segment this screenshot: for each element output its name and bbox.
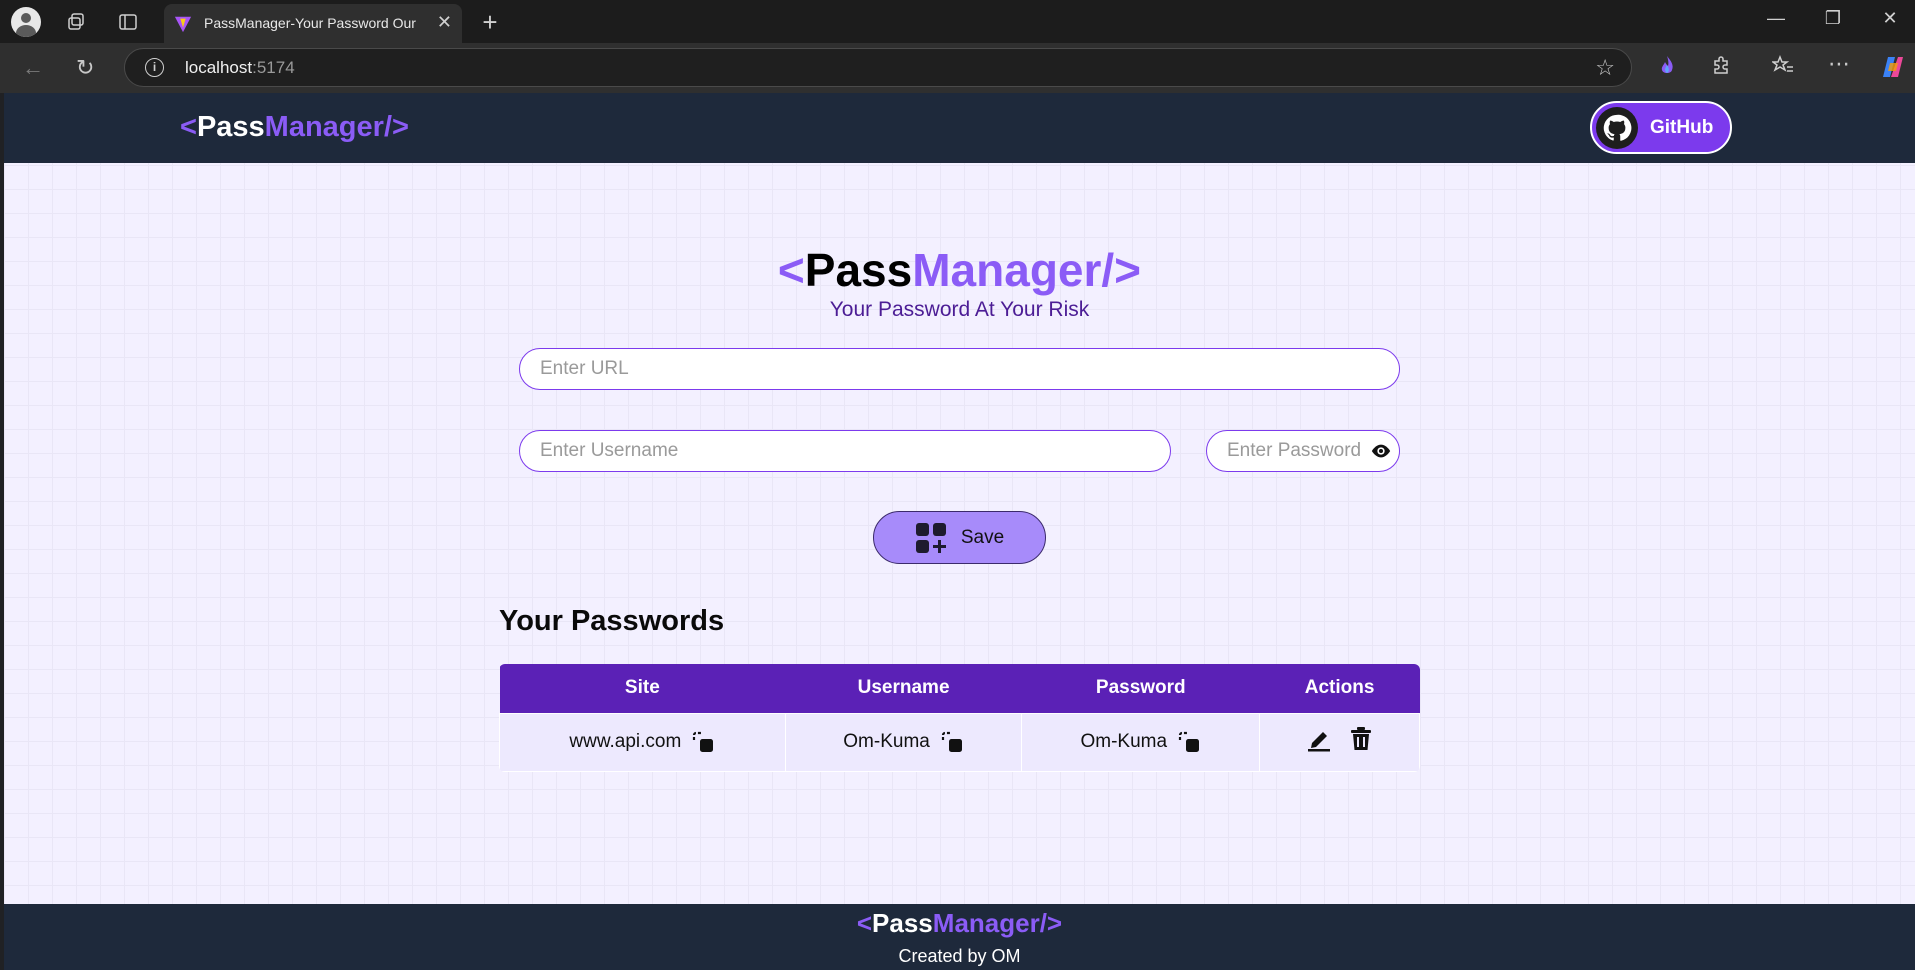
github-button[interactable]: GitHub (1590, 101, 1732, 154)
navbar: <PassManager/> GitHub (4, 93, 1915, 163)
passwords-table: Site Username Password Actions www.api.c… (499, 664, 1420, 772)
edit-icon[interactable] (1306, 726, 1332, 752)
close-window-button[interactable]: ✕ (1870, 8, 1910, 29)
header-site: Site (499, 664, 786, 713)
save-label: Save (960, 526, 1005, 548)
site-value: www.api.com (569, 731, 682, 752)
password-field-wrapper (1206, 430, 1400, 472)
tab-title: PassManager-Your Password Our (204, 15, 416, 31)
extensions-icon[interactable] (1711, 55, 1731, 81)
page: <PassManager/> GitHub <PassManager/> You… (4, 93, 1915, 970)
more-options-icon[interactable]: ⋯ (1828, 51, 1850, 77)
table-row: www.api.com Om-Kuma Om-Kuma (499, 712, 1420, 772)
header-password: Password (1021, 664, 1260, 713)
minimize-button[interactable]: — (1756, 8, 1796, 29)
vite-favicon-icon (174, 16, 192, 33)
table-header-row: Site Username Password Actions (499, 664, 1420, 713)
address-bar[interactable]: i localhost:5174 ☆ (124, 48, 1632, 87)
footer-logo: <PassManager/> (856, 908, 1063, 938)
cell-password: Om-Kuma (1021, 712, 1261, 772)
copy-icon[interactable] (1177, 730, 1201, 754)
site-info-icon[interactable]: i (145, 58, 164, 77)
copy-icon[interactable] (691, 730, 715, 754)
url-text: localhost:5174 (185, 58, 295, 77)
cell-actions (1259, 712, 1420, 772)
footer: <PassManager/> Created by OM (4, 904, 1915, 970)
browser-tabstrip: PassManager-Your Password Our ✕ + — ❐ ✕ (0, 0, 1915, 43)
restore-button[interactable]: ❐ (1813, 8, 1853, 29)
url-input[interactable] (519, 348, 1400, 390)
username-value: Om-Kuma (843, 731, 930, 752)
back-button[interactable]: ← (22, 55, 44, 81)
trash-icon[interactable] (1348, 726, 1374, 752)
header-username: Username (785, 664, 1022, 713)
workspaces-icon[interactable] (60, 6, 92, 38)
new-tab-button[interactable]: + (474, 6, 506, 38)
username-input[interactable] (519, 430, 1171, 472)
github-label: GitHub (1650, 116, 1714, 138)
eye-icon[interactable] (1370, 441, 1392, 461)
passwords-title: Your Passwords (499, 605, 725, 637)
copilot-flame-icon[interactable] (1657, 55, 1677, 83)
address-toolbar: ← ↻ i localhost:5174 ☆ ⋯ (0, 43, 1915, 93)
favorite-star-icon[interactable]: ☆ (1595, 55, 1615, 81)
cell-username: Om-Kuma (784, 712, 1023, 772)
save-button[interactable]: Save (873, 511, 1046, 564)
github-icon (1596, 106, 1638, 149)
add-grid-icon (915, 522, 946, 553)
header-actions: Actions (1259, 664, 1420, 713)
reload-button[interactable]: ↻ (76, 55, 94, 81)
hero-logo: <PassManager/> (777, 244, 1142, 296)
profile-icon[interactable] (10, 6, 42, 38)
vertical-tabs-icon[interactable] (112, 6, 144, 38)
password-value: Om-Kuma (1080, 731, 1168, 752)
close-tab-icon[interactable]: ✕ (437, 12, 452, 33)
footer-credit: Created by OM (898, 946, 1021, 966)
cell-site: www.api.com (499, 712, 786, 772)
copy-icon[interactable] (940, 730, 964, 754)
navbar-logo[interactable]: <PassManager/> (180, 111, 409, 144)
copilot-icon[interactable] (1880, 55, 1906, 85)
tagline: Your Password At Your Risk (829, 298, 1090, 321)
favorites-icon[interactable] (1770, 54, 1794, 81)
browser-tab[interactable]: PassManager-Your Password Our ✕ (164, 4, 462, 43)
